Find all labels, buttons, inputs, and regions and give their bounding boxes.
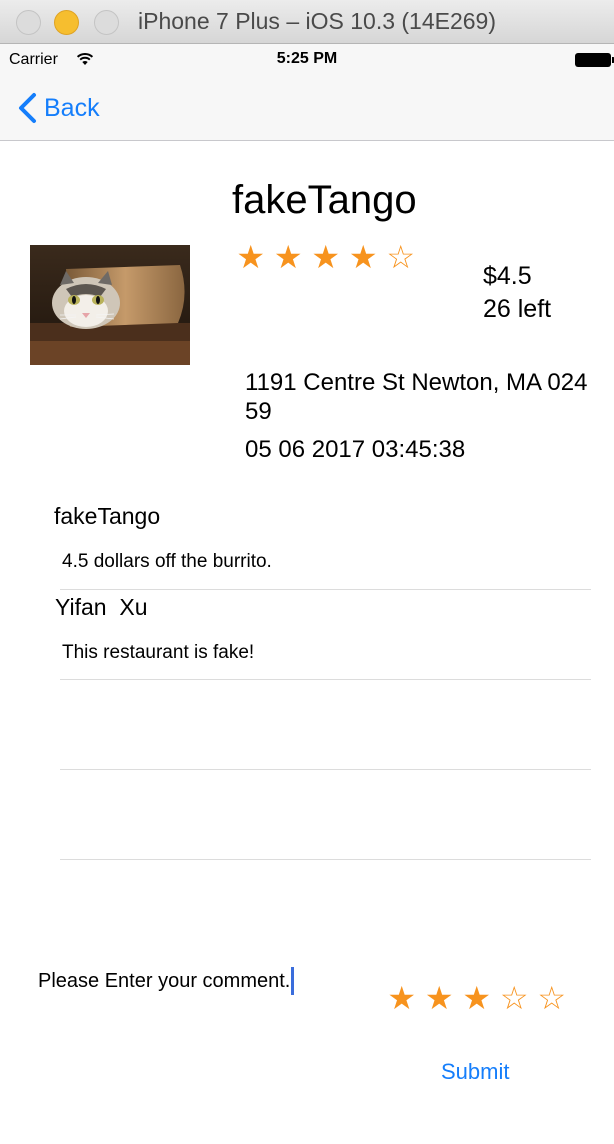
restaurant-rating: ★ ★ ★ ★ ☆ — [232, 238, 420, 276]
star-icon: ★ — [273, 239, 303, 275]
star-icon[interactable]: ★ — [421, 979, 459, 1017]
window-minimize-button[interactable] — [54, 10, 79, 35]
star-icon: ★ — [311, 239, 341, 275]
battery-icon — [575, 53, 614, 67]
deal-price: $4.5 — [483, 262, 532, 290]
star-icon: ★ — [348, 239, 378, 275]
simulator-title-bar: iPhone 7 Plus – iOS 10.3 (14E269) — [0, 0, 614, 44]
status-time: 5:25 PM — [276, 50, 338, 67]
user-rating-picker[interactable]: ★ ★ ★ ☆ ☆ — [383, 979, 571, 1017]
row-separator — [60, 769, 591, 770]
star-icon[interactable]: ★ — [458, 979, 496, 1017]
comment-field[interactable]: Please Enter your comment. — [36, 964, 336, 998]
window-zoom-button[interactable] — [94, 10, 119, 35]
star-empty-icon[interactable]: ☆ — [496, 979, 534, 1017]
star-icon: ★ — [236, 239, 266, 275]
comment-text: Please Enter your comment. — [38, 969, 291, 992]
star-icon[interactable]: ★ — [383, 979, 421, 1017]
review-author: fakeTango — [54, 503, 161, 529]
status-bar: Carrier 5:25 PM — [0, 44, 614, 76]
review-author: Yifan Xu — [55, 594, 148, 620]
review-text: This restaurant is fake! — [62, 642, 255, 663]
restaurant-photo — [30, 245, 190, 365]
navigation-bar: Back — [0, 76, 614, 141]
row-separator — [60, 859, 591, 860]
window-title: iPhone 7 Plus – iOS 10.3 (14E269) — [138, 8, 497, 34]
submit-button[interactable]: Submit — [441, 1059, 509, 1085]
star-empty-icon: ☆ — [386, 239, 416, 275]
back-button-label: Back — [44, 93, 100, 122]
text-cursor — [291, 967, 295, 995]
back-button[interactable]: Back — [16, 90, 100, 126]
restaurant-address: 1191 Centre St Newton, MA 02459 — [245, 369, 588, 425]
star-empty-icon[interactable]: ☆ — [533, 979, 571, 1017]
chevron-left-icon — [19, 93, 36, 123]
review-text: 4.5 dollars off the burrito. — [62, 551, 272, 572]
restaurant-name: fakeTango — [232, 178, 417, 222]
window-close-button[interactable] — [16, 10, 41, 35]
deal-datetime: 05 06 2017 03:45:38 — [245, 436, 466, 463]
row-separator — [60, 589, 591, 590]
deal-remaining: 26 left — [483, 295, 552, 323]
row-separator — [60, 679, 591, 680]
